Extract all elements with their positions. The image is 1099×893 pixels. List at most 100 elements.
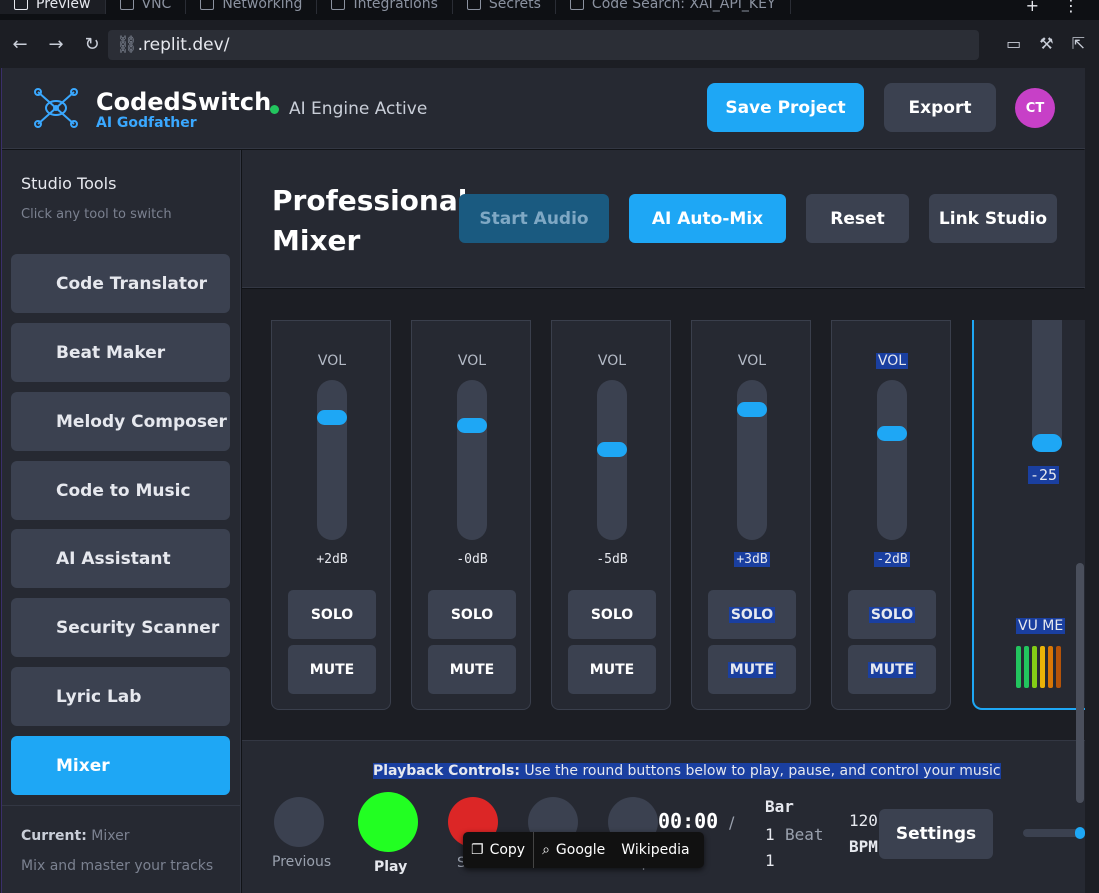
tab-integrations[interactable]: Integrations [317, 0, 453, 14]
devices-icon[interactable]: ▭ [1006, 34, 1021, 53]
db-readout: +3dB [734, 552, 770, 567]
vu-bar [1032, 646, 1037, 688]
bar-label: Bar [765, 797, 794, 816]
google-search-menu-item[interactable]: ⌕ Google [534, 832, 613, 868]
settings-button[interactable]: Settings [879, 809, 993, 859]
sidebar-title: Studio Tools [21, 174, 117, 193]
mute-button[interactable]: MUTE [288, 645, 376, 694]
volume-fader[interactable] [597, 380, 627, 540]
sidebar-item-melody-composer[interactable]: Melody Composer [11, 392, 230, 451]
current-tool: Current: Mixer [21, 828, 129, 844]
wikipedia-menu-item[interactable]: Wikipedia [613, 832, 697, 868]
bpm-label: BPM [849, 837, 878, 856]
sidebar-divider [2, 805, 241, 806]
mute-button[interactable]: MUTE [848, 645, 936, 694]
copy-menu-item[interactable]: ❐ Copy [463, 832, 533, 868]
sidebar-item-mixer[interactable]: Mixer [11, 736, 230, 795]
sidebar-item-code-translator[interactable]: Code Translator [11, 254, 230, 313]
url-bar: ← → ↻ ⛓.replit.dev/ ▭ ⚒ ⇱ [0, 20, 1099, 68]
sidebar-item-ai-assistant[interactable]: AI Assistant [11, 529, 230, 588]
logo-icon [34, 88, 78, 128]
fader-knob[interactable] [317, 410, 347, 425]
link-studio-button[interactable]: Link Studio [929, 194, 1057, 243]
fader-knob[interactable] [457, 418, 487, 433]
fader-knob[interactable] [597, 442, 627, 457]
open-external-icon[interactable]: ⇱ [1072, 34, 1085, 53]
vu-bar [1056, 646, 1061, 688]
browser-window: Preview VNC Networking Integrations Secr… [0, 0, 1099, 893]
master-fader[interactable] [1032, 320, 1062, 450]
tab-networking[interactable]: Networking [186, 0, 318, 14]
avatar[interactable]: CT [1015, 88, 1055, 128]
solo-label: SOLO [868, 606, 916, 623]
tab-code-search[interactable]: Code Search: XAI_API_KEY [556, 0, 791, 14]
db-readout: +2dB [316, 552, 348, 567]
mute-button[interactable]: MUTE [708, 645, 796, 694]
solo-button[interactable]: SOLO [708, 590, 796, 639]
slider-handle[interactable] [1075, 827, 1085, 839]
volume-label: VOL [875, 353, 909, 369]
previous-button[interactable] [274, 797, 324, 847]
db-readout: -0dB [456, 552, 488, 567]
sidebar-item-security-scanner[interactable]: Security Scanner [11, 598, 230, 657]
sidebar-item-beat-maker[interactable]: Beat Maker [11, 323, 230, 382]
forward-arrow-icon[interactable]: → [38, 34, 74, 55]
ai-auto-mix-button[interactable]: AI Auto-Mix [629, 194, 786, 243]
sidebar-subtitle: Click any tool to switch [21, 207, 172, 222]
volume-fader[interactable] [737, 380, 767, 540]
solo-button[interactable]: SOLO [568, 590, 656, 639]
play-label: Play [374, 859, 408, 875]
volume-slider[interactable] [1023, 827, 1085, 839]
page-title: Professional Mixer [272, 184, 468, 257]
mute-button[interactable]: MUTE [568, 645, 656, 694]
fader-knob[interactable] [737, 402, 767, 417]
status-dot-icon [270, 104, 279, 114]
mute-button[interactable]: MUTE [428, 645, 516, 694]
master-fader-knob[interactable] [1032, 434, 1062, 452]
volume-fader[interactable] [877, 380, 907, 540]
solo-button[interactable]: SOLO [428, 590, 516, 639]
wrench-icon[interactable]: ⚒ [1039, 34, 1053, 53]
volume-fader[interactable] [317, 380, 347, 540]
reload-icon[interactable]: ↻ [74, 34, 110, 55]
mixer-header: Professional Mixer Start Audio AI Auto-M… [242, 150, 1085, 288]
channel-strip: VOL +2dB SOLO MUTE [271, 320, 391, 710]
more-options-icon[interactable]: ⋮ [1063, 0, 1079, 20]
url-input[interactable]: ⛓.replit.dev/ [108, 30, 979, 60]
fader-knob[interactable] [877, 426, 907, 441]
volume-label: VOL [737, 353, 767, 369]
volume-fader[interactable] [457, 380, 487, 540]
playback-panel: Playback Controls: Use the round buttons… [242, 740, 1085, 893]
vu-bar [1024, 646, 1029, 688]
sidebar-item-lyric-lab[interactable]: Lyric Lab [11, 667, 230, 726]
monitor-icon [119, 0, 134, 10]
current-value: Mixer [91, 828, 130, 844]
reset-button[interactable]: Reset [806, 194, 909, 243]
tab-label: Preview [36, 0, 91, 12]
solo-button[interactable]: SOLO [288, 590, 376, 639]
monitor-icon [14, 0, 28, 10]
brand-name: CodedSwitch [96, 88, 272, 116]
search-icon [569, 0, 584, 10]
back-arrow-icon[interactable]: ← [2, 34, 38, 55]
tab-vnc[interactable]: VNC [106, 0, 187, 14]
start-audio-button[interactable]: Start Audio [459, 194, 609, 243]
solo-button[interactable]: SOLO [848, 590, 936, 639]
save-project-button[interactable]: Save Project [707, 83, 864, 132]
tab-label: Networking [222, 0, 303, 12]
ai-status: AI Engine Active [270, 99, 427, 119]
tab-label: Code Search: XAI_API_KEY [591, 0, 776, 12]
scrollbar[interactable] [1076, 563, 1084, 803]
play-button[interactable] [358, 792, 418, 852]
tab-preview[interactable]: Preview [0, 0, 106, 14]
status-label: AI Engine Active [289, 99, 428, 119]
export-button[interactable]: Export [884, 83, 996, 132]
vu-meter-label: VU ME [1016, 618, 1066, 634]
time-display: 00:00 [658, 809, 719, 833]
network-icon [200, 0, 215, 10]
sidebar-item-code-to-music[interactable]: Code to Music [11, 461, 230, 520]
add-tab-icon[interactable]: + [1026, 0, 1039, 20]
tab-label: Secrets [488, 0, 541, 12]
tab-secrets[interactable]: Secrets [453, 0, 556, 14]
playback-hint-title: Playback Controls: [373, 763, 520, 779]
